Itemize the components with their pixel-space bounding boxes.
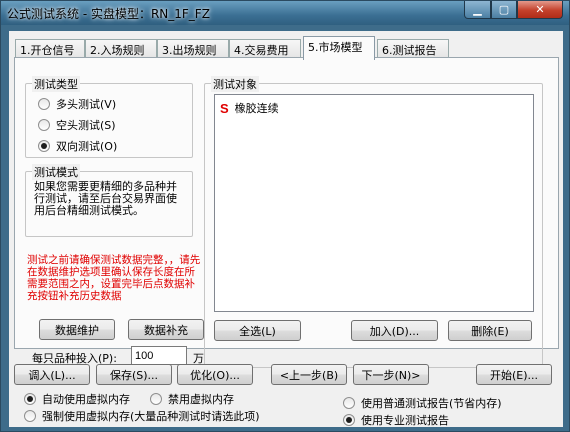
tab-trade-fees[interactable]: 4.交易费用 <box>229 39 301 59</box>
radio-long-test[interactable]: 多头测试(V) <box>38 96 116 112</box>
radio-pro-report[interactable]: 使用专业测试报告 <box>343 412 449 428</box>
maximize-icon: ▢ <box>498 3 510 16</box>
add-button[interactable]: 加入(D)... <box>351 320 438 341</box>
list-item[interactable]: S 橡胶连续 <box>220 100 279 116</box>
prev-button[interactable]: <上一步(B) <box>271 364 347 385</box>
radio-selected-dot <box>346 417 352 423</box>
radio-force-virtual-memory[interactable]: 强制使用虚拟内存(大量品种测试时请选此项) <box>24 408 260 424</box>
tab-open-signal[interactable]: 1.开仓信号 <box>15 39 85 59</box>
radio-label: 禁用虚拟内存 <box>168 393 234 406</box>
radio-circle <box>343 397 355 409</box>
radio-label: 强制使用虚拟内存(大量品种测试时请选此项) <box>42 410 260 423</box>
test-mode-text: 如果您需要更精细的多品种并行测试，请至后台交易界面使用后台精细测试模式。 <box>34 180 177 217</box>
stock-s-icon: S <box>220 100 229 116</box>
title-bar[interactable]: 公式测试系统 - 实盘模型：RN_1F_FZ ▁ ▢ ✕ <box>1 1 569 25</box>
radio-circle <box>24 410 36 422</box>
radio-label: 使用普通测试报告(节省内存) <box>361 397 502 410</box>
radio-circle <box>38 140 50 152</box>
radio-circle <box>38 98 50 110</box>
radio-selected-dot <box>27 396 33 402</box>
radio-selected-dot <box>41 143 47 149</box>
dialog-body: 1.开仓信号 2.入场规则 3.出场规则 4.交易费用 5.市场模型 6.测试报… <box>9 31 563 427</box>
radio-label: 多头测试(V) <box>56 98 117 111</box>
radio-circle <box>24 393 36 405</box>
radio-auto-virtual-memory[interactable]: 自动使用虚拟内存 <box>24 391 130 407</box>
test-type-group: 测试类型 多头测试(V) 空头测试(S) 双向测试(O) <box>25 76 193 158</box>
radio-label: 自动使用虚拟内存 <box>42 393 130 406</box>
remove-button[interactable]: 删除(E) <box>448 320 532 341</box>
main-window: 公式测试系统 - 实盘模型：RN_1F_FZ ▁ ▢ ✕ 1.开仓信号 2.入场… <box>0 0 570 432</box>
radio-circle <box>38 119 50 131</box>
test-objects-list[interactable]: S 橡胶连续 <box>214 94 534 312</box>
radio-both-test[interactable]: 双向测试(O) <box>38 138 117 154</box>
optimize-button[interactable]: 优化(O)... <box>177 364 253 385</box>
radio-normal-report[interactable]: 使用普通测试报告(节省内存) <box>343 395 502 411</box>
radio-disable-virtual-memory[interactable]: 禁用虚拟内存 <box>150 391 234 407</box>
data-supplement-button[interactable]: 数据补充 <box>128 319 204 340</box>
test-mode-group: 测试模式 如果您需要更精细的多品种并行测试，请至后台交易界面使用后台精细测试模式… <box>25 164 193 237</box>
test-objects-group: 测试对象 S 橡胶连续 全选(L) 加入(D)... 删除(E) <box>204 76 543 368</box>
test-objects-legend: 测试对象 <box>211 76 259 92</box>
data-maintain-button[interactable]: 数据维护 <box>39 319 115 340</box>
invest-input[interactable] <box>131 346 187 365</box>
tab-market-model[interactable]: 5.市场模型 <box>303 36 375 60</box>
radio-circle <box>150 393 162 405</box>
radio-label: 使用专业测试报告 <box>361 414 449 427</box>
warning-note: 测试之前请确保测试数据完整，，请先在数据维护选项里确认保存长度在所需要范围之内，… <box>27 254 201 302</box>
tab-panel-market-model: 测试类型 多头测试(V) 空头测试(S) 双向测试(O) 测试模式 如果您需要更… <box>14 57 559 368</box>
tab-exit-rules[interactable]: 3.出场规则 <box>157 39 229 59</box>
tab-test-report[interactable]: 6.测试报告 <box>377 39 449 59</box>
test-type-legend: 测试类型 <box>32 76 80 92</box>
radio-circle <box>343 414 355 426</box>
select-all-button[interactable]: 全选(L) <box>214 320 301 341</box>
close-button[interactable]: ✕ <box>517 1 563 19</box>
minimize-icon: ▁ <box>473 3 482 16</box>
window-title: 公式测试系统 - 实盘模型：RN_1F_FZ <box>7 7 210 21</box>
load-button[interactable]: 调入(L)... <box>14 364 90 385</box>
test-mode-legend: 测试模式 <box>32 164 80 180</box>
radio-label: 双向测试(O) <box>56 140 118 153</box>
radio-label: 空头测试(S) <box>56 119 116 132</box>
save-button[interactable]: 保存(S)... <box>96 364 172 385</box>
list-item-name: 橡胶连续 <box>234 102 279 115</box>
next-button[interactable]: 下一步(N)> <box>353 364 429 385</box>
tab-entry-rules[interactable]: 2.入场规则 <box>85 39 157 59</box>
start-button[interactable]: 开始(E)... <box>476 364 552 385</box>
radio-short-test[interactable]: 空头测试(S) <box>38 117 116 133</box>
maximize-button[interactable]: ▢ <box>491 1 517 19</box>
close-icon: ✕ <box>535 3 545 16</box>
minimize-button[interactable]: ▁ <box>464 1 491 19</box>
